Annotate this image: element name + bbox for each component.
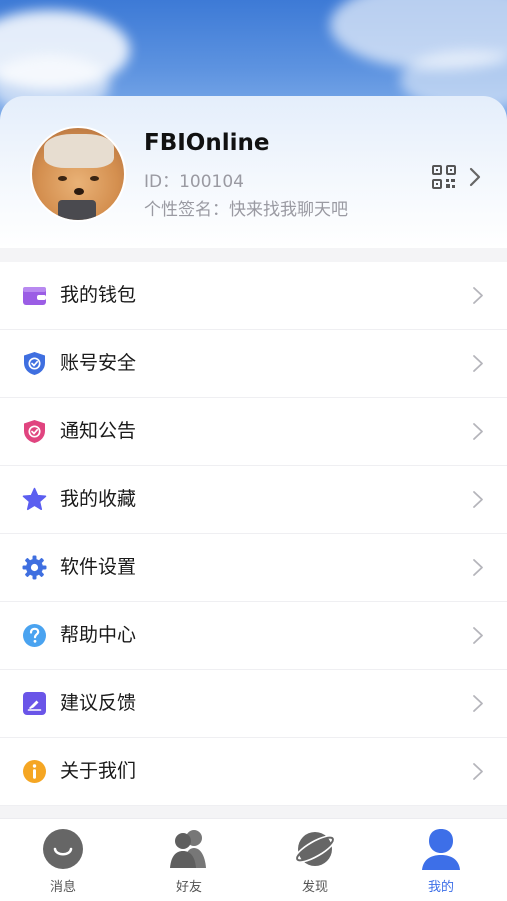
menu-item-favorites[interactable]: 我的收藏 bbox=[0, 466, 507, 534]
menu-item-settings[interactable]: 软件设置 bbox=[0, 534, 507, 602]
menu-item-about[interactable]: 关于我们 bbox=[0, 738, 507, 806]
tab-discover[interactable]: 发现 bbox=[252, 819, 378, 901]
menu-item-label: 软件设置 bbox=[60, 556, 137, 578]
menu-item-notice[interactable]: 通知公告 bbox=[0, 398, 507, 466]
chevron-right-icon bbox=[473, 287, 483, 304]
user-signature: 个性签名：快来找我聊天吧 bbox=[144, 200, 348, 220]
avatar[interactable] bbox=[30, 126, 126, 222]
tab-label: 消息 bbox=[49, 880, 76, 895]
tab-friends[interactable]: 好友 bbox=[126, 819, 252, 901]
star-icon bbox=[22, 487, 47, 511]
menu-item-label: 关于我们 bbox=[60, 760, 137, 782]
friends-icon bbox=[170, 830, 206, 868]
chevron-right-icon bbox=[473, 559, 483, 576]
planet-icon bbox=[294, 832, 336, 866]
tab-mine[interactable]: 我的 bbox=[378, 819, 504, 901]
settings-menu: 我的钱包 账号安全 通知公告 我的收藏 软件设置 帮助中心 建议反馈 关于我们 bbox=[0, 262, 507, 806]
chevron-right-icon bbox=[473, 491, 483, 508]
info-icon bbox=[23, 760, 46, 783]
chevron-right-icon bbox=[473, 423, 483, 440]
tab-messages[interactable]: 消息 bbox=[0, 819, 126, 901]
help-icon bbox=[23, 624, 46, 647]
qr-code-icon[interactable] bbox=[432, 165, 456, 189]
menu-item-label: 通知公告 bbox=[60, 420, 137, 442]
chevron-right-icon[interactable] bbox=[468, 166, 482, 188]
shield-icon bbox=[24, 352, 45, 375]
chevron-right-icon bbox=[473, 695, 483, 712]
username: FBIOnline bbox=[144, 130, 270, 156]
gear-icon bbox=[22, 555, 47, 580]
menu-item-account-security[interactable]: 账号安全 bbox=[0, 330, 507, 398]
bottom-tab-bar: 消息 好友 发现 我的 bbox=[0, 818, 507, 901]
feedback-icon bbox=[23, 692, 46, 715]
menu-item-feedback[interactable]: 建议反馈 bbox=[0, 670, 507, 738]
tab-label: 好友 bbox=[175, 880, 202, 895]
menu-item-label: 帮助中心 bbox=[60, 624, 137, 646]
message-icon bbox=[43, 829, 83, 869]
menu-item-help[interactable]: 帮助中心 bbox=[0, 602, 507, 670]
chevron-right-icon bbox=[473, 763, 483, 780]
notice-icon bbox=[24, 420, 45, 443]
menu-item-label: 建议反馈 bbox=[60, 692, 137, 714]
chevron-right-icon bbox=[473, 355, 483, 372]
wallet-icon bbox=[23, 287, 46, 305]
menu-item-wallet[interactable]: 我的钱包 bbox=[0, 262, 507, 330]
menu-item-label: 我的钱包 bbox=[60, 284, 137, 306]
menu-item-label: 我的收藏 bbox=[60, 488, 137, 510]
tab-label: 发现 bbox=[301, 880, 328, 895]
tab-label: 我的 bbox=[427, 880, 454, 895]
user-id: ID：100104 bbox=[144, 172, 244, 192]
menu-item-label: 账号安全 bbox=[60, 352, 137, 374]
user-icon bbox=[422, 829, 460, 870]
chevron-right-icon bbox=[473, 627, 483, 644]
